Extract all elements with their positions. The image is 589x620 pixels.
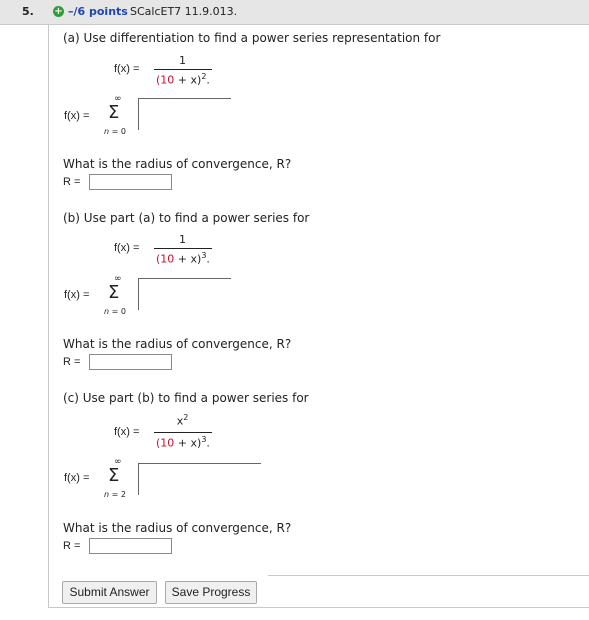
part-b-radius-question: What is the radius of convergence, R?	[63, 337, 292, 351]
part-c-radius-question: What is the radius of convergence, R?	[63, 521, 292, 535]
part-b-den-var: + x)	[174, 252, 202, 266]
part-c-index: n = 2	[104, 490, 126, 499]
question-number: 5.	[22, 5, 34, 18]
part-a-fx-label: f(x) =	[114, 63, 140, 75]
part-c-fraction-line	[154, 432, 212, 433]
part-b-sum-fx: f(x) =	[64, 289, 90, 301]
part-b-fraction-line	[154, 248, 212, 249]
part-b-title: (b) Use part (a) to find a power series …	[63, 211, 310, 225]
part-c-den-var: + x)	[174, 436, 202, 450]
part-a-r-label: R =	[63, 176, 81, 188]
part-b-radius-input[interactable]	[89, 354, 172, 370]
question-header: 5. + –/6 points SCalcET7 11.9.013.	[0, 0, 589, 25]
part-b-fx-label: f(x) =	[114, 242, 140, 254]
part-c-numerator: x2	[155, 413, 210, 428]
part-c-title: (c) Use part (b) to find a power series …	[63, 391, 309, 405]
part-a-series-input[interactable]	[138, 98, 231, 130]
part-c-r-label: R =	[63, 540, 81, 552]
part-c-fx-label: f(x) =	[114, 426, 140, 438]
part-a-index: n = 0	[104, 127, 126, 136]
part-a-radius-input[interactable]	[89, 174, 172, 190]
part-b-denominator: (10 + x)3.	[156, 251, 210, 266]
part-c-sigma-icon: Σ	[108, 465, 120, 486]
part-a-den-var: + x)	[174, 73, 202, 87]
part-c-den-period: .	[206, 436, 210, 450]
part-a-numerator: 1	[179, 54, 186, 67]
part-b-den-period: .	[206, 252, 210, 266]
part-b-index: n = 0	[104, 307, 126, 316]
plus-icon[interactable]: +	[53, 6, 64, 17]
submit-answer-button[interactable]: Submit Answer	[62, 581, 157, 604]
part-a-den-period: .	[206, 73, 210, 87]
part-b-r-label: R =	[63, 356, 81, 368]
part-b-den-constant: (10	[156, 252, 175, 266]
part-a-index-start: = 0	[109, 127, 126, 136]
part-a-sigma-icon: Σ	[108, 102, 120, 123]
part-c-denominator: (10 + x)3.	[156, 435, 210, 450]
part-b-numerator: 1	[179, 233, 186, 246]
part-a-sum-fx: f(x) =	[64, 110, 90, 122]
part-a-fraction-line	[154, 69, 212, 70]
part-a-denominator: (10 + x)2.	[156, 72, 210, 87]
save-progress-button[interactable]: Save Progress	[165, 581, 257, 604]
part-a-radius-question: What is the radius of convergence, R?	[63, 157, 292, 171]
part-c-radius-input[interactable]	[89, 538, 172, 554]
submit-bar-divider	[268, 575, 589, 576]
part-c-sum-fx: f(x) =	[64, 472, 90, 484]
problem-id: SCalcET7 11.9.013.	[130, 5, 238, 18]
part-a-title: (a) Use differentiation to find a power …	[63, 31, 441, 45]
part-c-den-constant: (10	[156, 436, 175, 450]
points-label: –/6 points	[68, 5, 128, 18]
part-c-index-start: = 2	[109, 490, 126, 499]
part-c-num-exp: 2	[183, 413, 189, 422]
part-a-den-constant: (10	[156, 73, 175, 87]
part-b-series-input[interactable]	[138, 278, 231, 310]
part-c-series-input[interactable]	[138, 463, 261, 495]
part-b-index-start: = 0	[109, 307, 126, 316]
part-b-sigma-icon: Σ	[108, 282, 120, 303]
